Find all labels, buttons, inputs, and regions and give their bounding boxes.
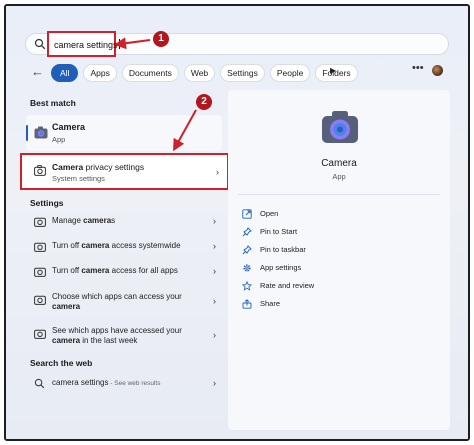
action-label: Pin to taskbar — [260, 245, 306, 254]
selection-accent — [26, 125, 28, 141]
chevron-right-icon: › — [213, 296, 216, 306]
setting-turn-off-systemwide[interactable]: Turn off camera access systemwide › — [26, 237, 222, 257]
user-avatar[interactable] — [432, 65, 443, 76]
camera-app-icon — [34, 126, 48, 139]
filter-apps[interactable]: Apps — [83, 64, 117, 82]
best-match-subtitle: App — [52, 135, 66, 144]
open-icon — [242, 209, 252, 219]
web-search-label: camera settings - See web results — [52, 378, 161, 387]
divider — [238, 194, 440, 195]
search-web-heading: Search the web — [30, 358, 93, 368]
setting-label: Turn off camera access for all apps — [52, 266, 178, 275]
text-caret — [118, 39, 120, 49]
privacy-subtitle: System settings — [52, 174, 105, 183]
setting-label: Turn off camera access systemwide — [52, 241, 181, 250]
setting-choose-apps[interactable]: Choose which apps can access your camera … — [26, 288, 222, 316]
search-input-highlight[interactable]: camera settings — [47, 31, 120, 57]
search-icon — [34, 38, 46, 50]
action-label: Open — [260, 209, 279, 218]
search-input[interactable]: camera settings — [54, 39, 120, 50]
action-label: Share — [260, 299, 281, 308]
camera-app-large-icon — [322, 111, 358, 143]
app-detail-pane: Camera App Open Pin to Start Pin to task… — [228, 90, 450, 430]
setting-manage-cameras[interactable]: Manage cameras › — [26, 212, 222, 232]
back-arrow-icon[interactable]: ← — [31, 64, 44, 79]
chevron-right-icon: › — [213, 266, 216, 276]
filter-web[interactable]: Web — [183, 64, 216, 82]
setting-label: Choose which apps can access your camera — [52, 292, 182, 311]
action-label: Pin to Start — [260, 227, 298, 236]
start-search-window: camera settings ← All Apps Documents Web… — [4, 4, 470, 441]
setting-turn-off-all-apps[interactable]: Turn off camera access for all apps › — [26, 262, 222, 282]
settings-heading: Settings — [30, 198, 64, 208]
chevron-right-icon: › — [213, 216, 216, 226]
best-match-camera-app[interactable]: Camera App — [26, 115, 222, 151]
action-label: App settings — [260, 263, 302, 272]
share-icon — [242, 299, 252, 309]
camera-outline-icon — [34, 242, 46, 252]
filter-settings[interactable]: Settings — [220, 64, 265, 82]
detail-title: Camera — [321, 158, 357, 169]
gear-icon — [243, 264, 251, 272]
more-filters-play-icon[interactable]: ▶ — [330, 66, 336, 75]
camera-outline-icon — [34, 217, 46, 227]
search-icon — [34, 378, 45, 389]
best-match-heading: Best match — [30, 98, 76, 108]
camera-outline-icon — [34, 267, 46, 277]
pin-icon — [242, 227, 252, 237]
filter-chips: All Apps Documents Web Settings People F… — [51, 64, 358, 82]
more-options-icon[interactable]: ••• — [412, 62, 424, 74]
setting-label: Manage cameras — [52, 216, 116, 225]
callout-badge-2: 2 — [196, 94, 212, 110]
chevron-right-icon: › — [213, 330, 216, 340]
camera-privacy-settings-item[interactable]: Camera privacy settings System settings … — [20, 153, 229, 190]
pin-icon — [242, 245, 252, 255]
action-label: Rate and review — [260, 281, 315, 290]
camera-outline-icon — [34, 165, 46, 176]
detail-subtitle: App — [332, 172, 346, 181]
camera-outline-icon — [34, 295, 46, 305]
setting-see-apps-accessed[interactable]: See which apps have accessed your camera … — [26, 322, 222, 350]
filter-all[interactable]: All — [51, 64, 79, 82]
filter-people[interactable]: People — [269, 64, 311, 82]
filter-documents[interactable]: Documents — [121, 64, 179, 82]
chevron-right-icon: › — [213, 241, 216, 251]
search-bar[interactable]: camera settings — [25, 31, 449, 57]
camera-outline-icon — [34, 329, 46, 339]
star-icon — [242, 281, 252, 291]
privacy-title: Camera privacy settings — [52, 162, 145, 172]
setting-label: See which apps have accessed your camera … — [52, 326, 182, 345]
filter-folders[interactable]: Folders — [315, 64, 358, 82]
chevron-right-icon: › — [216, 167, 219, 177]
callout-badge-1: 1 — [153, 31, 169, 47]
web-search-result[interactable]: camera settings - See web results › — [26, 374, 222, 394]
best-match-title: Camera — [52, 122, 86, 132]
chevron-right-icon: › — [213, 378, 216, 388]
